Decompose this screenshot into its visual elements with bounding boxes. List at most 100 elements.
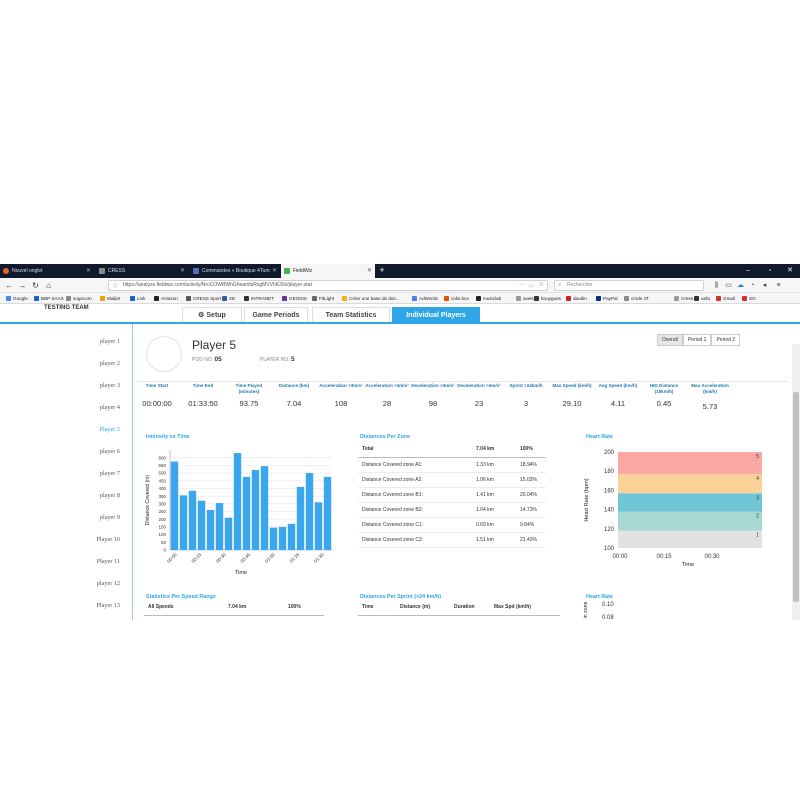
bookmark-item[interactable]: SG <box>742 293 756 304</box>
forward-icon[interactable]: → <box>17 280 28 291</box>
bookmark-icon <box>6 296 11 301</box>
table-row: 00:20:0124.4900:0329.10 <box>358 615 560 620</box>
player-list-item[interactable]: player 9 <box>100 514 120 521</box>
player-list-item[interactable]: player 7 <box>100 470 120 477</box>
y-axis-label: in zone <box>583 602 589 619</box>
close-icon[interactable]: ✕ <box>367 264 372 278</box>
extension-icon[interactable]: ◔ <box>748 281 757 290</box>
bookmark-item[interactable]: Amazon <box>154 293 178 304</box>
close-icon[interactable]: ✕ <box>86 264 91 278</box>
library-icon[interactable]: ⫼ <box>712 281 721 290</box>
bookmark-item[interactable]: GEODIS <box>282 293 307 304</box>
bookmark-item[interactable]: Gmail <box>716 293 735 304</box>
table-cell: Distance Covered zone C1: <box>358 517 472 533</box>
zone-label: 2 <box>756 514 759 520</box>
bookmark-item[interactable]: uefa <box>694 293 710 304</box>
y-tick-label: 120 <box>604 527 615 533</box>
bookmark-item[interactable]: daudin <box>566 293 587 304</box>
maximize-icon[interactable]: ▫ <box>760 264 780 278</box>
bookmark-item[interactable]: Cress <box>674 293 693 304</box>
bookmark-item[interactable]: BBP SAAS <box>34 293 64 304</box>
new-tab-button[interactable]: + <box>376 264 388 278</box>
player-list-item[interactable]: Player 10 <box>96 536 120 543</box>
bookmark-item[interactable]: Mailjet <box>100 293 120 304</box>
close-icon[interactable]: ✕ <box>272 264 277 278</box>
tab-cress[interactable]: CRESS ✕ <box>96 264 188 278</box>
tab-commandes[interactable]: Commandes « Boutique 4Tum ✕ <box>190 264 280 278</box>
stat-label: Max Speed (km/h) <box>552 383 592 388</box>
y-tick-label: 200 <box>604 450 615 456</box>
table-cell: 00:03 <box>450 615 490 620</box>
bookmark-item[interactable]: musiclab <box>476 293 501 304</box>
more-icon[interactable]: ··· <box>519 281 525 290</box>
bookmark-item[interactable]: PayPal <box>596 293 618 304</box>
table-header-row: All Speeds 7.04 km 100% <box>144 600 324 616</box>
bookmark-item[interactable]: sogecom <box>66 293 92 304</box>
sync-icon[interactable]: ☁ <box>736 281 745 290</box>
bookmark-item[interactable]: colis box <box>444 293 469 304</box>
period-2-button[interactable]: Period 2 <box>711 334 741 346</box>
tab-fieldwiz[interactable]: FieldWiz ✕ <box>281 264 375 278</box>
bookmark-item[interactable]: AdWords <box>412 293 438 304</box>
player-list-item[interactable]: Player 13 <box>96 602 120 609</box>
bookmark-item[interactable]: Créer une base de don... <box>342 293 400 304</box>
pocket-icon[interactable]: ◡ <box>529 281 534 290</box>
bookmark-star-icon[interactable]: ☆ <box>539 281 544 290</box>
player-number: PLAYER NO. 5 <box>260 356 295 363</box>
bookmark-item[interactable]: XE <box>222 293 235 304</box>
period-1-button[interactable]: Period 1 <box>682 334 712 346</box>
y-tick-label: 300 <box>158 501 166 506</box>
url-bar[interactable]: ⓘ https://analyze.fieldwiz.com/activity/… <box>108 280 548 291</box>
close-icon[interactable]: ✕ <box>180 264 185 278</box>
bookmark-item[interactable]: FitLight <box>312 293 334 304</box>
search-input[interactable]: ⌕ Rechercher <box>554 280 704 291</box>
bookmark-item[interactable]: cmde 4T <box>624 293 649 304</box>
bookmark-icon <box>674 296 679 301</box>
tab-individual-players[interactable]: Individual Players <box>392 307 480 322</box>
player-list-item[interactable]: player 12 <box>97 580 120 587</box>
bookmark-icon <box>100 296 105 301</box>
info-icon[interactable]: ⓘ <box>113 282 118 291</box>
table-cell: 1.41 km <box>472 487 516 503</box>
back-icon[interactable]: ← <box>4 280 15 291</box>
player-list-item[interactable]: player 8 <box>100 492 120 499</box>
player-list-item[interactable]: player 1 <box>100 338 120 345</box>
player-list-item[interactable]: Player 11 <box>97 558 120 565</box>
player-list-item[interactable]: player 4 <box>100 404 120 411</box>
bookmark-item[interactable]: Google <box>6 293 28 304</box>
player-list-item[interactable]: player 2 <box>100 360 120 367</box>
bookmark-icon <box>66 296 71 301</box>
heart-rate-zone-chart: in zone 0.10 0.08 <box>583 602 614 620</box>
tab-team-statistics[interactable]: Team Statistics <box>312 307 390 322</box>
bookmark-item[interactable]: axeis <box>516 293 534 304</box>
player-list-item[interactable]: player 3 <box>100 382 120 389</box>
x-tick-label: 00:00 <box>612 554 628 560</box>
reload-icon[interactable]: ↻ <box>30 280 41 291</box>
page-icon <box>193 268 199 274</box>
table-row: 0-15 km/h6.59 km93.60% <box>144 615 324 620</box>
page-scrollbar[interactable] <box>792 344 800 620</box>
tab-setup[interactable]: ⚙ Setup <box>182 307 242 322</box>
table-row: Distance Covered zone C1: 0.69 km 9.84% <box>358 517 546 533</box>
menu-icon[interactable]: ≡ <box>774 281 783 290</box>
tab-nouvel-onglet[interactable]: Nouvel onglet ✕ <box>0 264 94 278</box>
heart-zone-band <box>618 511 762 531</box>
player-list-item[interactable]: player 6 <box>100 448 120 455</box>
bookmark-item[interactable]: INTRANET <box>244 293 274 304</box>
scrollbar-thumb[interactable] <box>793 392 799 602</box>
period-overall-button[interactable]: Overall <box>657 334 683 346</box>
fieldwiz-icon <box>284 268 290 274</box>
window-close-icon[interactable]: ✕ <box>780 264 800 278</box>
intensity-bar <box>188 490 197 550</box>
minimize-icon[interactable]: – <box>738 264 758 278</box>
player-list-item[interactable]: Player 5 <box>100 426 120 433</box>
tab-game-periods[interactable]: Game Periods <box>244 307 308 322</box>
sound-icon[interactable]: ◂ <box>760 281 769 290</box>
sidebar-icon[interactable]: ▭ <box>724 281 733 290</box>
home-icon[interactable]: ⌂ <box>43 280 54 291</box>
bookmark-item[interactable]: bouygues <box>534 293 561 304</box>
table-row: Distance Covered zone A2: 1.06 km 15.03% <box>358 472 546 488</box>
bookmark-item[interactable]: CRESS Sport <box>186 293 221 304</box>
bookmark-item[interactable]: Link <box>130 293 145 304</box>
bookmark-icon <box>154 296 159 301</box>
